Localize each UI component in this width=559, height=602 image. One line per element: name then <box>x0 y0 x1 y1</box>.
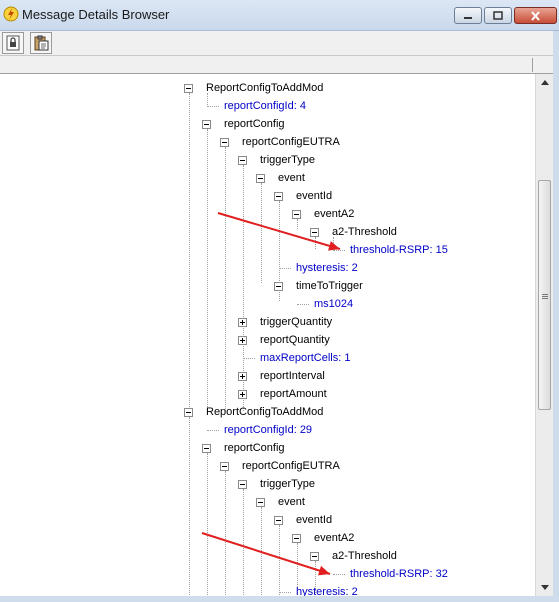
collapse-toggle[interactable] <box>256 174 265 183</box>
tree-key-node[interactable]: event <box>278 172 305 185</box>
collapse-toggle[interactable] <box>238 156 247 165</box>
grip-icon <box>542 294 548 299</box>
arrow-up-icon <box>540 80 549 85</box>
collapse-toggle[interactable] <box>184 408 193 417</box>
tree-key-node[interactable]: eventA2 <box>314 532 354 545</box>
tree-key-node[interactable]: reportConfigEUTRA <box>242 136 340 149</box>
title-bar: Message Details Browser <box>0 0 559 31</box>
tree-value-node[interactable]: hysteresis: 2 <box>296 586 358 596</box>
clipboard-paste-icon <box>34 35 49 51</box>
tree-connector <box>207 453 208 596</box>
expand-toggle[interactable] <box>238 336 247 345</box>
tree-key-node[interactable]: triggerQuantity <box>260 316 332 329</box>
tree-value-node[interactable]: hysteresis: 2 <box>296 262 358 275</box>
tree-connector <box>243 489 244 596</box>
window-frame-right <box>553 31 559 602</box>
tree-connector <box>207 129 208 411</box>
tree-key-node[interactable]: ReportConfigToAddMod <box>206 406 323 419</box>
message-tree-view[interactable]: ReportConfigToAddMod reportConfigId: 4 rep… <box>0 74 535 596</box>
collapse-toggle[interactable] <box>202 444 211 453</box>
window-title: Message Details Browser <box>22 7 170 22</box>
tree-connector <box>279 592 291 593</box>
tree-connector <box>315 237 316 249</box>
tree-key-node[interactable]: reportInterval <box>260 370 325 383</box>
scroll-up-arrow[interactable] <box>536 74 553 91</box>
tree-key-node[interactable]: triggerType <box>260 478 315 491</box>
tree-value-node[interactable]: threshold-RSRP: 15 <box>350 244 448 257</box>
collapse-toggle[interactable] <box>184 84 193 93</box>
close-icon <box>531 10 540 21</box>
collapse-toggle[interactable] <box>310 228 319 237</box>
column-header <box>0 56 553 74</box>
tree-key-node[interactable]: eventA2 <box>314 208 354 221</box>
tree-connector <box>297 219 298 229</box>
tree-connector <box>279 268 291 269</box>
window-frame-bottom <box>0 596 559 602</box>
tree-key-node[interactable]: ReportConfigToAddMod <box>206 82 323 95</box>
tree-connector <box>243 358 255 359</box>
collapse-toggle[interactable] <box>202 120 211 129</box>
tree-key-node[interactable]: reportConfig <box>224 118 285 131</box>
lock-document-button[interactable] <box>2 32 24 54</box>
tree-key-node[interactable]: a2-Threshold <box>332 550 397 563</box>
expand-toggle[interactable] <box>238 318 247 327</box>
tree-key-node[interactable]: reportAmount <box>260 388 327 401</box>
tree-value-node[interactable]: reportConfigId: 4 <box>224 100 306 113</box>
collapse-toggle[interactable] <box>220 138 229 147</box>
maximize-icon <box>493 11 503 20</box>
tree-connector <box>297 304 309 305</box>
tree-key-node[interactable]: eventId <box>296 514 332 527</box>
tree-key-node[interactable]: reportConfig <box>224 442 285 455</box>
lock-document-icon <box>6 35 20 51</box>
collapse-toggle[interactable] <box>220 462 229 471</box>
tree-value-node[interactable]: maxReportCells: 1 <box>260 352 350 365</box>
tree-key-node[interactable]: eventId <box>296 190 332 203</box>
tree-connector <box>207 106 219 107</box>
tree-key-node[interactable]: timeToTrigger <box>296 280 363 293</box>
expand-toggle[interactable] <box>238 390 247 399</box>
collapse-toggle[interactable] <box>238 480 247 489</box>
scroll-down-arrow[interactable] <box>536 579 553 596</box>
maximize-button[interactable] <box>484 7 512 24</box>
tree-connector <box>261 507 262 596</box>
tree-connector <box>225 471 226 596</box>
minimize-icon <box>464 16 472 19</box>
tree-connector <box>261 183 262 283</box>
minimize-button[interactable] <box>454 7 482 24</box>
tree-connector <box>189 93 190 411</box>
vertical-scrollbar[interactable] <box>535 74 553 596</box>
collapse-toggle[interactable] <box>274 282 283 291</box>
tree-connector <box>279 525 280 596</box>
tree-value-node[interactable]: reportConfigId: 29 <box>224 424 312 437</box>
column-divider[interactable] <box>532 58 533 72</box>
tree-value-node[interactable]: threshold-RSRP: 32 <box>350 568 448 581</box>
collapse-toggle[interactable] <box>292 210 301 219</box>
tree-connector <box>333 250 345 251</box>
toolbar <box>0 31 559 56</box>
clipboard-paste-button[interactable] <box>30 32 52 54</box>
tree-key-node[interactable]: reportQuantity <box>260 334 330 347</box>
tree-connector <box>189 417 190 596</box>
collapse-toggle[interactable] <box>274 192 283 201</box>
tree-key-node[interactable]: reportConfigEUTRA <box>242 460 340 473</box>
close-button[interactable] <box>514 7 557 24</box>
tree-connector <box>207 430 219 431</box>
tree-key-node[interactable]: triggerType <box>260 154 315 167</box>
collapse-toggle[interactable] <box>274 516 283 525</box>
collapse-toggle[interactable] <box>256 498 265 507</box>
tree-key-node[interactable]: event <box>278 496 305 509</box>
collapse-toggle[interactable] <box>292 534 301 543</box>
tree-value-node[interactable]: ms1024 <box>314 298 353 311</box>
expand-toggle[interactable] <box>238 372 247 381</box>
collapse-toggle[interactable] <box>310 552 319 561</box>
tree-connector <box>207 93 208 107</box>
tree-key-node[interactable]: a2-Threshold <box>332 226 397 239</box>
tree-connector <box>225 147 226 411</box>
scrollbar-thumb[interactable] <box>538 180 551 410</box>
tree-connector <box>333 574 345 575</box>
arrow-down-icon <box>540 585 549 590</box>
annotation-arrowhead <box>317 565 330 576</box>
app-lightning-icon <box>3 6 19 22</box>
